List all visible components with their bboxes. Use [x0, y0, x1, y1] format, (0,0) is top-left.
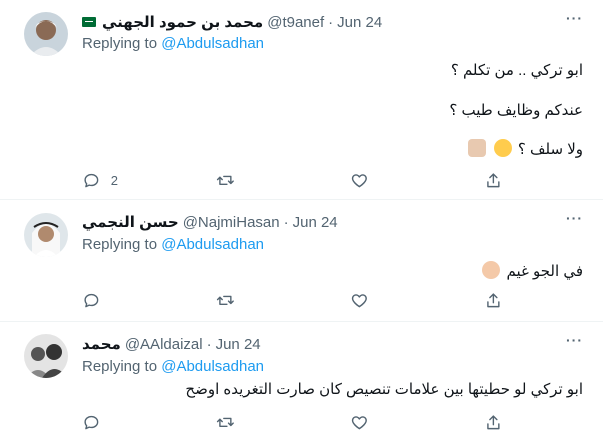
user-handle[interactable]: @t9anef: [267, 14, 324, 31]
mention-link[interactable]: @Abdulsadhan: [161, 358, 264, 375]
share-icon: [487, 415, 500, 429]
replying-label: Replying to: [82, 236, 162, 253]
like-button[interactable]: [350, 412, 369, 432]
retweet-button[interactable]: [216, 412, 235, 432]
tweet-header: حسن النجمي @NajmiHasan · Jun 24: [82, 212, 563, 232]
like-icon: [351, 293, 367, 307]
tweet-text-line: عندكم وظايف طيب ؟: [449, 102, 583, 119]
tweet-header: محمد بن حمود الجهني @t9anef · Jun 24: [82, 12, 563, 32]
reply-icon: [84, 415, 99, 429]
retweet-button[interactable]: [216, 290, 235, 310]
avatar[interactable]: [24, 213, 68, 257]
tweet-date[interactable]: Jun 24: [293, 214, 338, 231]
mention-link[interactable]: @Abdulsadhan: [161, 236, 264, 253]
reply-button[interactable]: [82, 412, 101, 432]
display-name[interactable]: محمد: [82, 335, 121, 353]
reply-count: 2: [110, 172, 118, 188]
share-button[interactable]: [484, 412, 503, 432]
user-handle[interactable]: @NajmiHasan: [183, 214, 280, 231]
saudi-flag-icon: [82, 17, 96, 27]
replying-to: Replying to @Abdulsadhan: [82, 358, 264, 375]
tweet-text-line: ابو تركي لو حطيتها بين علامات تنصيص كان …: [185, 381, 583, 398]
retweet-button[interactable]: [216, 170, 235, 190]
tweet[interactable]: حسن النجمي @NajmiHasan · Jun 24 ··· Repl…: [0, 200, 603, 321]
like-icon: [351, 415, 367, 429]
retweet-icon: [216, 175, 234, 185]
separator-dot: ·: [206, 335, 212, 353]
tweet[interactable]: محمد @AAldaizal · Jun 24 ··· Replying to…: [0, 322, 603, 443]
tweet[interactable]: محمد بن حمود الجهني @t9anef · Jun 24 ···…: [0, 0, 603, 199]
tweet-header: محمد @AAldaizal · Jun 24: [82, 334, 563, 354]
replying-to: Replying to @Abdulsadhan: [82, 35, 264, 52]
retweet-icon: [216, 417, 234, 427]
tweet-date[interactable]: Jun 24: [337, 14, 382, 31]
tweet-date[interactable]: Jun 24: [216, 336, 261, 353]
avatar[interactable]: [24, 12, 68, 56]
replying-label: Replying to: [82, 35, 162, 52]
grinning-face-emoji: [493, 139, 512, 157]
share-button[interactable]: [484, 170, 503, 190]
separator-dot: ·: [328, 13, 334, 31]
person-shrugging-emoji: [482, 261, 501, 279]
reply-icon: [84, 293, 99, 307]
share-icon: [487, 293, 500, 307]
tweet-actions: [82, 412, 502, 432]
reply-button[interactable]: [82, 290, 101, 310]
like-button[interactable]: [350, 290, 369, 310]
more-options-icon[interactable]: ···: [566, 210, 583, 226]
retweet-icon: [216, 295, 234, 305]
tweet-text: في الجو غيم: [506, 263, 583, 280]
share-button[interactable]: [484, 290, 503, 310]
share-icon: [487, 173, 500, 187]
like-button[interactable]: [350, 170, 369, 190]
tweet-text-line: في الجو غيم: [480, 261, 583, 280]
mention-link[interactable]: @Abdulsadhan: [161, 35, 264, 52]
like-icon: [351, 173, 367, 187]
avatar[interactable]: [24, 334, 68, 378]
thumbs-up-emoji: [467, 139, 486, 157]
display-name[interactable]: محمد بن حمود الجهني: [102, 13, 263, 31]
more-options-icon[interactable]: ···: [566, 10, 583, 26]
tweet-text-line: ابو تركي .. من تكلم ؟: [450, 62, 583, 79]
more-options-icon[interactable]: ···: [566, 332, 583, 348]
tweet-text: ولا سلف ؟: [517, 141, 583, 158]
tweet-text-line: ولا سلف ؟: [466, 139, 583, 158]
reply-icon: [84, 173, 99, 187]
separator-dot: ·: [283, 213, 289, 231]
user-handle[interactable]: @AAldaizal: [125, 336, 203, 353]
reply-button[interactable]: 2: [82, 170, 118, 190]
display-name[interactable]: حسن النجمي: [82, 213, 179, 231]
tweet-actions: 2: [82, 170, 502, 190]
tweet-actions: [82, 290, 502, 310]
replying-label: Replying to: [82, 358, 162, 375]
replying-to: Replying to @Abdulsadhan: [82, 236, 264, 253]
